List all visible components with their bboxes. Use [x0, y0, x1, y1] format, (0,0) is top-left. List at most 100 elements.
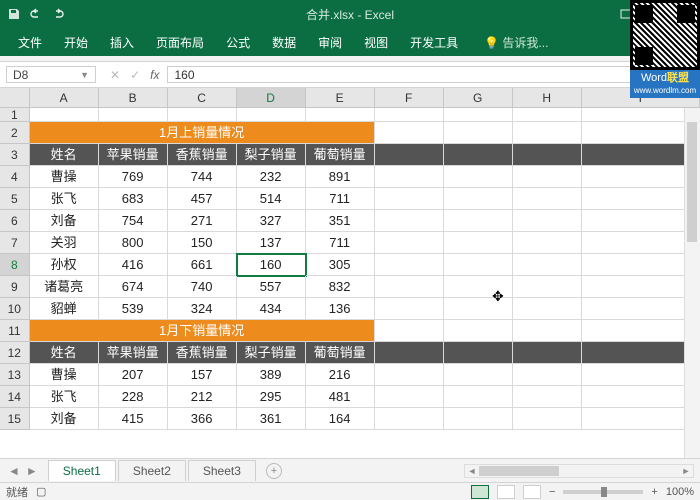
cell[interactable]: 481 [306, 386, 375, 408]
cell[interactable]: 刘备 [30, 210, 99, 232]
cell[interactable] [513, 210, 582, 232]
tab-nav-prev-icon[interactable]: ◄ [8, 464, 20, 478]
cell[interactable] [513, 254, 582, 276]
tab-insert[interactable]: 插入 [100, 30, 144, 55]
redo-icon[interactable] [50, 6, 66, 22]
cell[interactable] [30, 108, 99, 122]
cell[interactable]: 164 [306, 408, 375, 430]
cell[interactable]: 苹果销量 [99, 342, 168, 364]
cell[interactable]: 216 [306, 364, 375, 386]
cell[interactable] [375, 364, 444, 386]
zoom-slider[interactable] [563, 490, 643, 494]
cell[interactable] [444, 210, 513, 232]
row-header[interactable]: 12 [0, 342, 30, 364]
cell[interactable] [375, 122, 444, 144]
tab-review[interactable]: 审阅 [308, 30, 352, 55]
cell[interactable] [582, 188, 700, 210]
cell[interactable]: 葡萄销量 [306, 144, 375, 166]
cell[interactable]: 327 [237, 210, 306, 232]
cell[interactable]: 324 [168, 298, 237, 320]
sheet-tab-3[interactable]: Sheet3 [188, 460, 256, 481]
cell[interactable]: 661 [168, 254, 237, 276]
cell[interactable] [582, 320, 700, 342]
cell[interactable]: 貂蝉 [30, 298, 99, 320]
cell[interactable]: 张飞 [30, 188, 99, 210]
cell[interactable] [168, 108, 237, 122]
cell[interactable]: 832 [306, 276, 375, 298]
cell[interactable]: 136 [306, 298, 375, 320]
cell[interactable]: 366 [168, 408, 237, 430]
cell[interactable]: 891 [306, 166, 375, 188]
zoom-slider-knob[interactable] [601, 487, 607, 497]
cell[interactable]: 梨子销量 [237, 342, 306, 364]
sheet-tab-1[interactable]: Sheet1 [48, 460, 116, 481]
cell[interactable]: 葡萄销量 [306, 342, 375, 364]
cell[interactable] [375, 210, 444, 232]
cell[interactable]: 诸葛亮 [30, 276, 99, 298]
cell[interactable] [444, 188, 513, 210]
cell[interactable] [444, 342, 513, 364]
horizontal-scrollbar[interactable]: ◄ ► [464, 464, 694, 478]
tab-nav-next-icon[interactable]: ► [26, 464, 38, 478]
cell[interactable] [582, 386, 700, 408]
cell[interactable]: 711 [306, 232, 375, 254]
row-header[interactable]: 5 [0, 188, 30, 210]
cell[interactable]: 157 [168, 364, 237, 386]
cell[interactable] [237, 108, 306, 122]
row-header[interactable]: 14 [0, 386, 30, 408]
zoom-level[interactable]: 100% [666, 486, 694, 498]
col-header-H[interactable]: H [513, 88, 582, 107]
cell[interactable]: 744 [168, 166, 237, 188]
spreadsheet-grid[interactable]: ABCDEFGHI 121月上销量情况3姓名苹果销量香蕉销量梨子销量葡萄销量4曹… [0, 88, 700, 470]
col-header-F[interactable]: F [375, 88, 444, 107]
cell[interactable] [582, 408, 700, 430]
row-header[interactable]: 9 [0, 276, 30, 298]
cell[interactable]: 711 [306, 188, 375, 210]
macro-record-icon[interactable]: ▢ [36, 485, 46, 498]
cell[interactable] [582, 342, 700, 364]
cell[interactable]: 295 [237, 386, 306, 408]
cell[interactable]: 香蕉销量 [168, 342, 237, 364]
hscroll-right-icon[interactable]: ► [679, 465, 693, 477]
cell[interactable]: 351 [306, 210, 375, 232]
cell[interactable] [513, 188, 582, 210]
tab-home[interactable]: 开始 [54, 30, 98, 55]
vertical-scrollbar[interactable] [684, 108, 700, 470]
cell[interactable]: 207 [99, 364, 168, 386]
cell[interactable]: 271 [168, 210, 237, 232]
merged-title-cell[interactable]: 1月下销量情况 [30, 320, 375, 342]
cell[interactable]: 228 [99, 386, 168, 408]
col-header-E[interactable]: E [306, 88, 375, 107]
cell[interactable] [582, 144, 700, 166]
cell[interactable]: 754 [99, 210, 168, 232]
tab-formulas[interactable]: 公式 [216, 30, 260, 55]
cell[interactable] [375, 298, 444, 320]
cell[interactable] [444, 232, 513, 254]
hscroll-left-icon[interactable]: ◄ [465, 465, 479, 477]
cell[interactable] [375, 342, 444, 364]
cell[interactable] [306, 108, 375, 122]
cell[interactable] [444, 364, 513, 386]
cell[interactable] [375, 320, 444, 342]
cell[interactable] [444, 122, 513, 144]
cell[interactable]: 姓名 [30, 144, 99, 166]
cell[interactable] [513, 408, 582, 430]
cell[interactable]: 361 [237, 408, 306, 430]
cell[interactable]: 434 [237, 298, 306, 320]
cell[interactable]: 曹操 [30, 364, 99, 386]
cell[interactable] [375, 188, 444, 210]
cell[interactable] [582, 210, 700, 232]
vscroll-thumb[interactable] [687, 122, 697, 242]
tab-data[interactable]: 数据 [262, 30, 306, 55]
cell[interactable]: 740 [168, 276, 237, 298]
cell[interactable] [99, 108, 168, 122]
cell[interactable] [444, 254, 513, 276]
cell[interactable] [444, 408, 513, 430]
cell[interactable] [513, 122, 582, 144]
undo-icon[interactable] [28, 6, 44, 22]
cell[interactable] [582, 166, 700, 188]
cell[interactable] [582, 276, 700, 298]
cell[interactable] [444, 386, 513, 408]
cell[interactable] [375, 166, 444, 188]
cell[interactable]: 232 [237, 166, 306, 188]
